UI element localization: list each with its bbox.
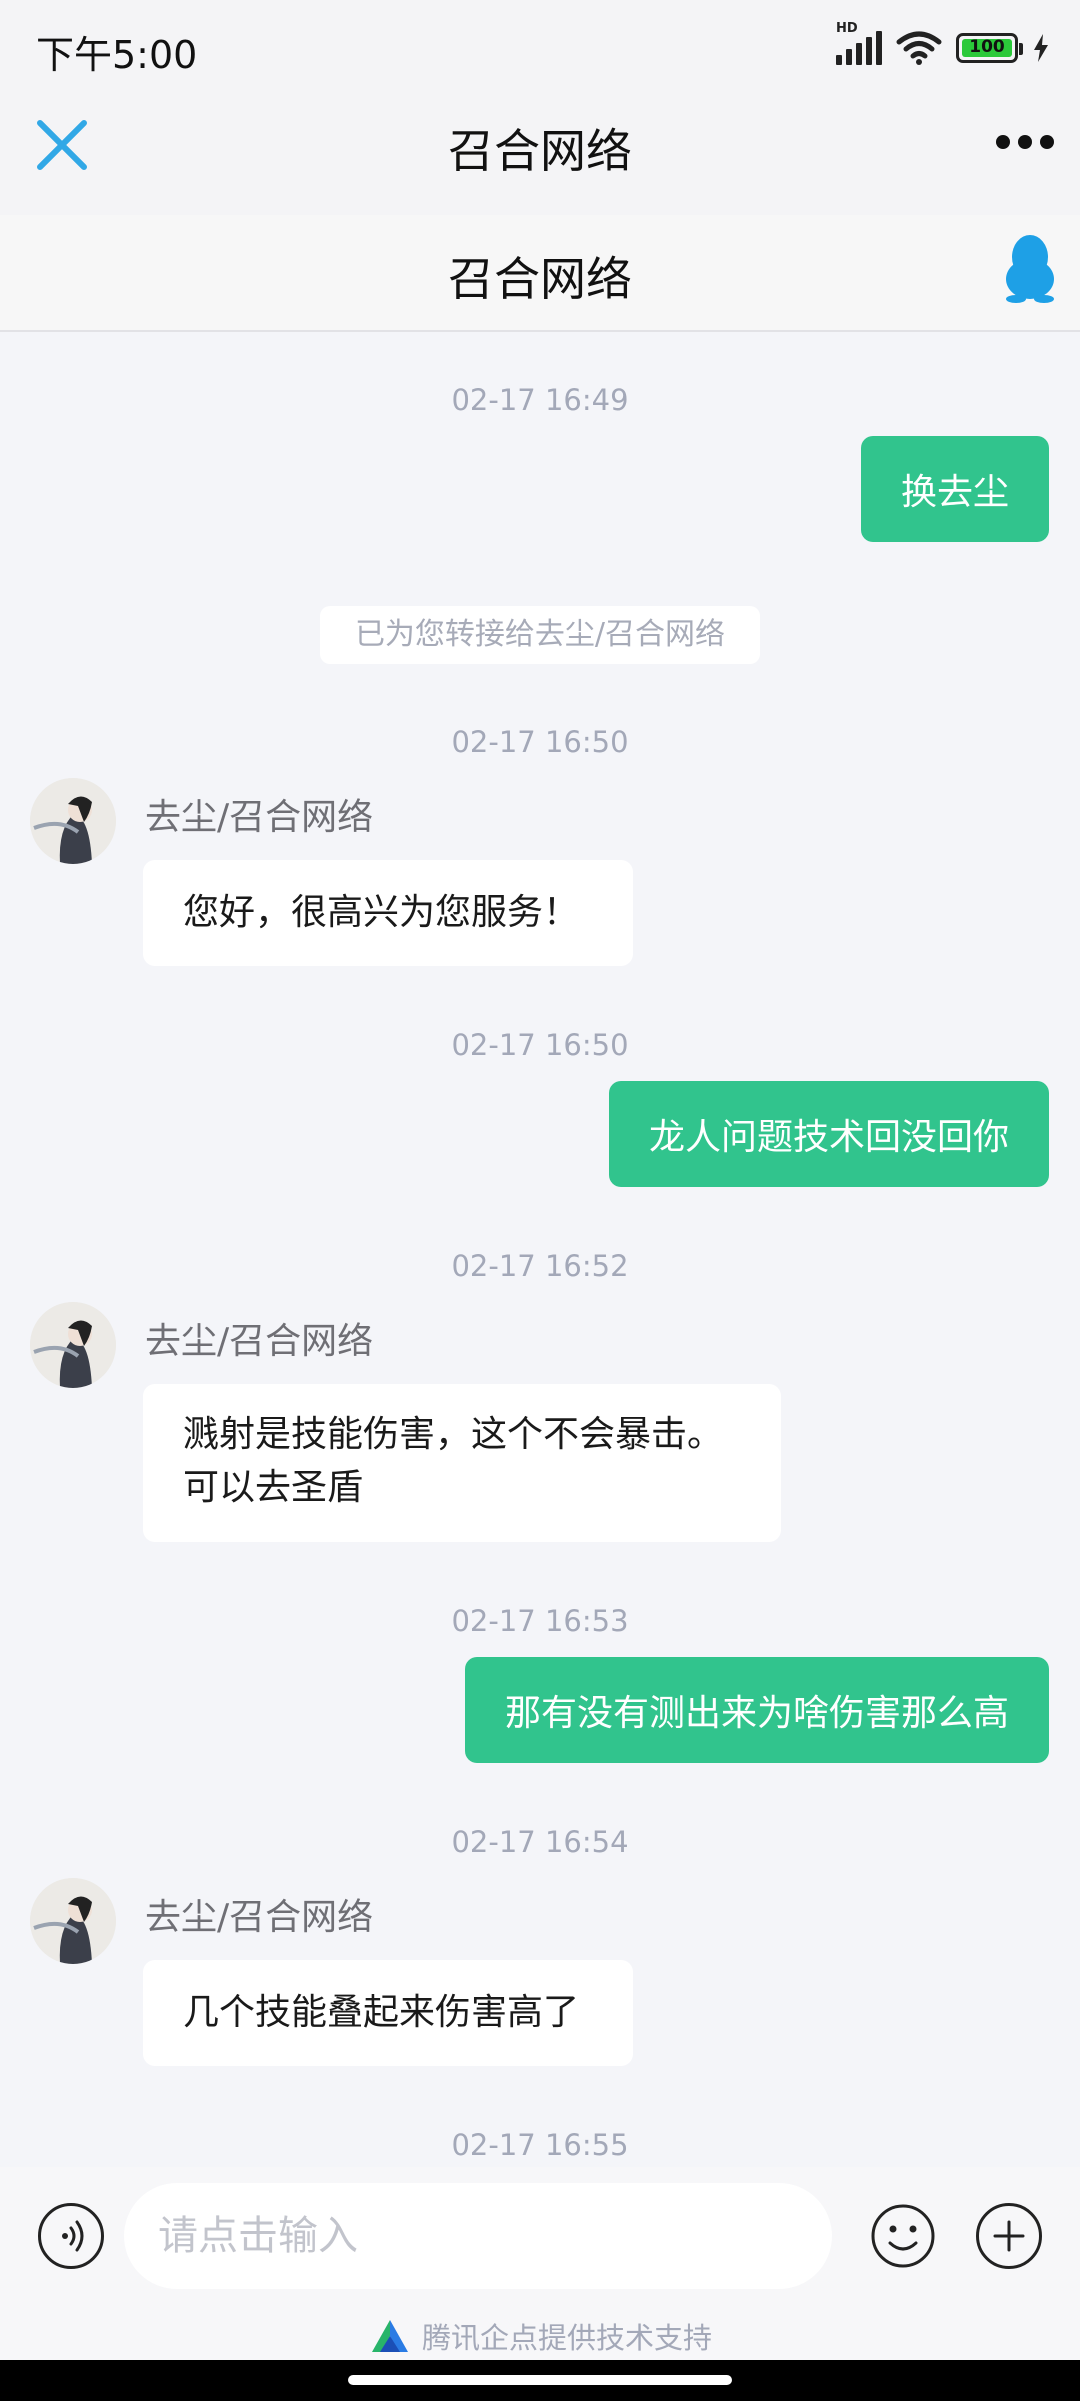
navigation-bar xyxy=(0,2360,1080,2401)
agent-name: 去尘/召合网络 xyxy=(145,797,374,838)
battery-level: 100 xyxy=(969,37,1005,57)
powered-by-footer: 腾讯企点提供技术支持 xyxy=(0,2312,1080,2360)
emoji-icon[interactable] xyxy=(870,2203,936,2269)
input-bar xyxy=(0,2167,1080,2312)
incoming-message[interactable]: 溅射是技能伤害，这个不会暴击。 可以去圣盾 xyxy=(143,1384,781,1542)
more-actions-button[interactable] xyxy=(976,2203,1042,2269)
outgoing-message[interactable]: 换去尘 xyxy=(860,436,1049,542)
wifi-icon xyxy=(896,31,942,65)
timestamp: 02-17 16:50 xyxy=(451,725,629,759)
chat-title: 召合网络 xyxy=(448,252,632,306)
avatar-image xyxy=(30,1302,116,1388)
chat-header: 召合网络 xyxy=(0,215,1080,332)
voice-input-button[interactable] xyxy=(38,2203,104,2269)
timestamp: 02-17 16:53 xyxy=(451,1604,629,1638)
qq-penguin-icon[interactable] xyxy=(1002,233,1058,303)
footer-text: 腾讯企点提供技术支持 xyxy=(421,2321,712,2355)
agent-avatar[interactable] xyxy=(30,1302,116,1388)
status-bar: 下午5:00 HD 100 xyxy=(0,0,1080,95)
chat-area[interactable]: 02-17 16:49 换去尘 已为您转接给去尘/召合网络 02-17 16:5… xyxy=(0,332,1080,2167)
outgoing-message[interactable]: 那有没有测出来为啥伤害那么高 xyxy=(464,1657,1049,1763)
incoming-message[interactable]: 几个技能叠起来伤害高了 xyxy=(143,1960,633,2066)
timestamp: 02-17 16:55 xyxy=(451,2128,629,2162)
message-line: 可以去圣盾 xyxy=(183,1467,364,1508)
message-line: 溅射是技能伤害，这个不会暴击。 xyxy=(183,1414,724,1455)
page-title: 召合网络 xyxy=(448,124,632,178)
home-indicator[interactable] xyxy=(348,2375,732,2385)
status-time: 下午5:00 xyxy=(36,33,198,77)
timestamp: 02-17 16:54 xyxy=(451,1825,629,1859)
hd-label: HD xyxy=(836,21,858,36)
timestamp: 02-17 16:49 xyxy=(451,383,629,417)
incoming-message[interactable]: 您好，很高兴为您服务！ xyxy=(143,860,633,966)
plus-icon xyxy=(993,2220,1025,2252)
timestamp: 02-17 16:50 xyxy=(451,1028,629,1062)
status-icons: HD 100 xyxy=(836,21,1050,66)
timestamp: 02-17 16:52 xyxy=(451,1249,629,1283)
agent-avatar[interactable] xyxy=(30,1878,116,1964)
nav-bar: 召合网络 xyxy=(0,95,1080,215)
signal-bars xyxy=(836,31,882,65)
tencent-qidian-logo-icon xyxy=(371,2320,408,2352)
avatar-image xyxy=(30,778,116,864)
outgoing-message[interactable]: 龙人问题技术回没回你 xyxy=(608,1081,1049,1187)
agent-name: 去尘/召合网络 xyxy=(145,1897,374,1938)
more-menu-icon[interactable] xyxy=(996,135,1054,149)
transfer-notice: 已为您转接给去尘/召合网络 xyxy=(320,606,760,664)
charging-icon xyxy=(1034,34,1048,62)
agent-avatar[interactable] xyxy=(30,778,116,864)
signal-icon: HD xyxy=(836,21,882,65)
message-input[interactable] xyxy=(124,2183,832,2289)
avatar-image xyxy=(30,1878,116,1964)
voice-icon xyxy=(62,2220,84,2252)
battery-icon: 100 xyxy=(956,33,1023,63)
agent-name: 去尘/召合网络 xyxy=(145,1321,374,1362)
